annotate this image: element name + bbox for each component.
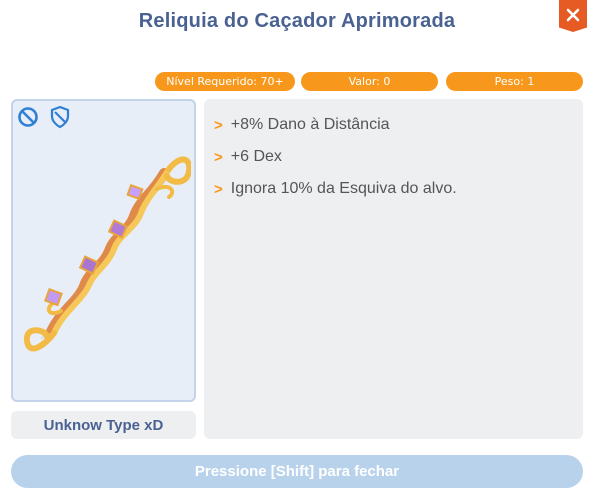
item-description-panel: > +8% Dano à Distância > +6 Dex > Ignora… [204, 99, 583, 439]
value-badge: Valor: 0 [301, 72, 438, 91]
bullet-arrow: > [214, 180, 223, 198]
description-text: +8% Dano à Distância [230, 116, 390, 133]
item-type-label: Unknow Type xD [11, 411, 196, 439]
bow-image [23, 156, 191, 352]
description-text: +6 Dex [230, 148, 282, 165]
close-button[interactable] [559, 0, 587, 32]
weight-badge: Peso: 1 [446, 72, 583, 91]
description-line: > +8% Dano à Distância [214, 109, 573, 141]
description-line: > Ignora 10% da Esquiva do alvo. [214, 173, 573, 205]
bullet-arrow: > [214, 116, 223, 134]
description-line: > +6 Dex [214, 141, 573, 173]
description-text: Ignora 10% da Esquiva do alvo. [230, 180, 457, 197]
shield-icon [50, 105, 70, 129]
no-trade-icon [18, 107, 38, 127]
required-level-badge: Nível Requerido: 70+ [155, 72, 295, 91]
item-title: Reliquia do Caçador Aprimorada [138, 10, 456, 32]
close-icon [566, 8, 580, 22]
bullet-arrow: > [214, 148, 223, 166]
item-image-frame [11, 99, 196, 402]
close-hint-button[interactable]: Pressione [Shift] para fechar [11, 455, 583, 488]
